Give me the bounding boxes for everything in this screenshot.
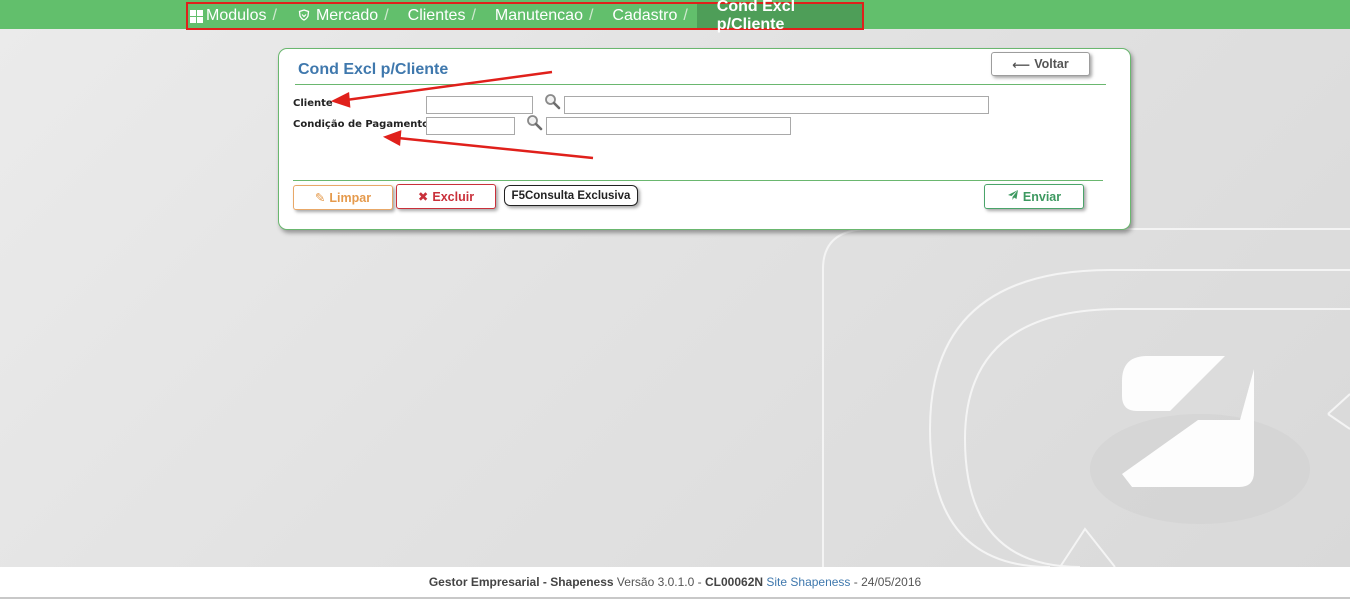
page-title: Cond Excl p/Cliente bbox=[298, 61, 449, 78]
condicao-pagamento-label: Condição de Pagamento bbox=[293, 119, 430, 130]
breadcrumb-modulos[interactable]: Modulos / bbox=[188, 4, 286, 28]
exclusive-query-button[interactable]: F5 Consulta Exclusiva bbox=[504, 185, 638, 206]
breadcrumb-separator: / bbox=[683, 7, 688, 24]
actions-divider bbox=[293, 180, 1103, 181]
cliente-code-input[interactable] bbox=[426, 96, 533, 114]
cliente-name-input[interactable] bbox=[564, 96, 989, 114]
title-divider bbox=[295, 84, 1106, 85]
shortcut-key: F5 bbox=[511, 189, 525, 202]
shield-icon bbox=[298, 8, 310, 24]
exclusive-query-label: Consulta Exclusiva bbox=[524, 189, 631, 202]
back-button-label: Voltar bbox=[1034, 57, 1069, 71]
breadcrumb-separator: / bbox=[384, 7, 389, 24]
condicao-name-input[interactable] bbox=[546, 117, 791, 135]
breadcrumb-label: Clientes bbox=[407, 7, 466, 24]
cliente-label: Cliente bbox=[293, 98, 333, 109]
footer-site-link[interactable]: Site Shapeness bbox=[766, 575, 850, 589]
delete-button[interactable]: ✖ Excluir bbox=[396, 184, 496, 209]
breadcrumb-label: Mercado bbox=[315, 7, 379, 24]
breadcrumb-clientes[interactable]: Clientes / bbox=[408, 4, 485, 28]
condicao-code-input[interactable] bbox=[426, 117, 515, 135]
breadcrumb-manutencao[interactable]: Manutencao / bbox=[495, 4, 603, 28]
eraser-icon: ✎ bbox=[314, 191, 326, 205]
back-button[interactable]: ⟵ Voltar bbox=[991, 52, 1090, 76]
footer-code: CL00062N bbox=[705, 575, 764, 589]
breadcrumb-separator: / bbox=[588, 7, 594, 24]
grid-icon bbox=[190, 9, 203, 23]
breadcrumb-cadastro[interactable]: Cadastro / bbox=[612, 4, 696, 28]
breadcrumb-current-label: Cond Excl p/Cliente bbox=[716, 0, 796, 33]
close-icon: ✖ bbox=[417, 190, 429, 204]
breadcrumb-label: Modulos bbox=[206, 7, 267, 24]
form-panel: Cond Excl p/Cliente ⟵ Voltar Cliente Con… bbox=[278, 48, 1131, 230]
clear-button[interactable]: ✎ Limpar bbox=[293, 185, 393, 210]
breadcrumb-separator: / bbox=[272, 7, 277, 24]
arrow-left-icon: ⟵ bbox=[1012, 57, 1031, 72]
paper-plane-icon bbox=[1007, 189, 1019, 204]
footer-date: - 24/05/2016 bbox=[853, 575, 922, 589]
clear-button-label: Limpar bbox=[329, 190, 372, 205]
cliente-search-icon[interactable] bbox=[544, 93, 561, 110]
breadcrumb-label: Manutencao bbox=[494, 7, 583, 24]
breadcrumb-mercado[interactable]: Mercado / bbox=[286, 4, 398, 28]
send-button-label: Enviar bbox=[1022, 189, 1062, 204]
condicao-search-icon[interactable] bbox=[526, 114, 543, 131]
breadcrumb: Modulos / Mercado / Clientes / Manutenca… bbox=[186, 0, 864, 33]
footer: Gestor Empresarial - Shapeness Versão 3.… bbox=[0, 567, 1350, 599]
breadcrumb-label: Cadastro bbox=[612, 7, 678, 24]
breadcrumb-current: Cond Excl p/Cliente bbox=[696, 0, 862, 33]
delete-button-label: Excluir bbox=[432, 189, 475, 204]
footer-version: Versão 3.0.1.0 - bbox=[616, 575, 702, 589]
footer-product: Gestor Empresarial - Shapeness bbox=[428, 575, 614, 589]
send-button[interactable]: Enviar bbox=[984, 184, 1084, 209]
breadcrumb-separator: / bbox=[471, 7, 476, 24]
